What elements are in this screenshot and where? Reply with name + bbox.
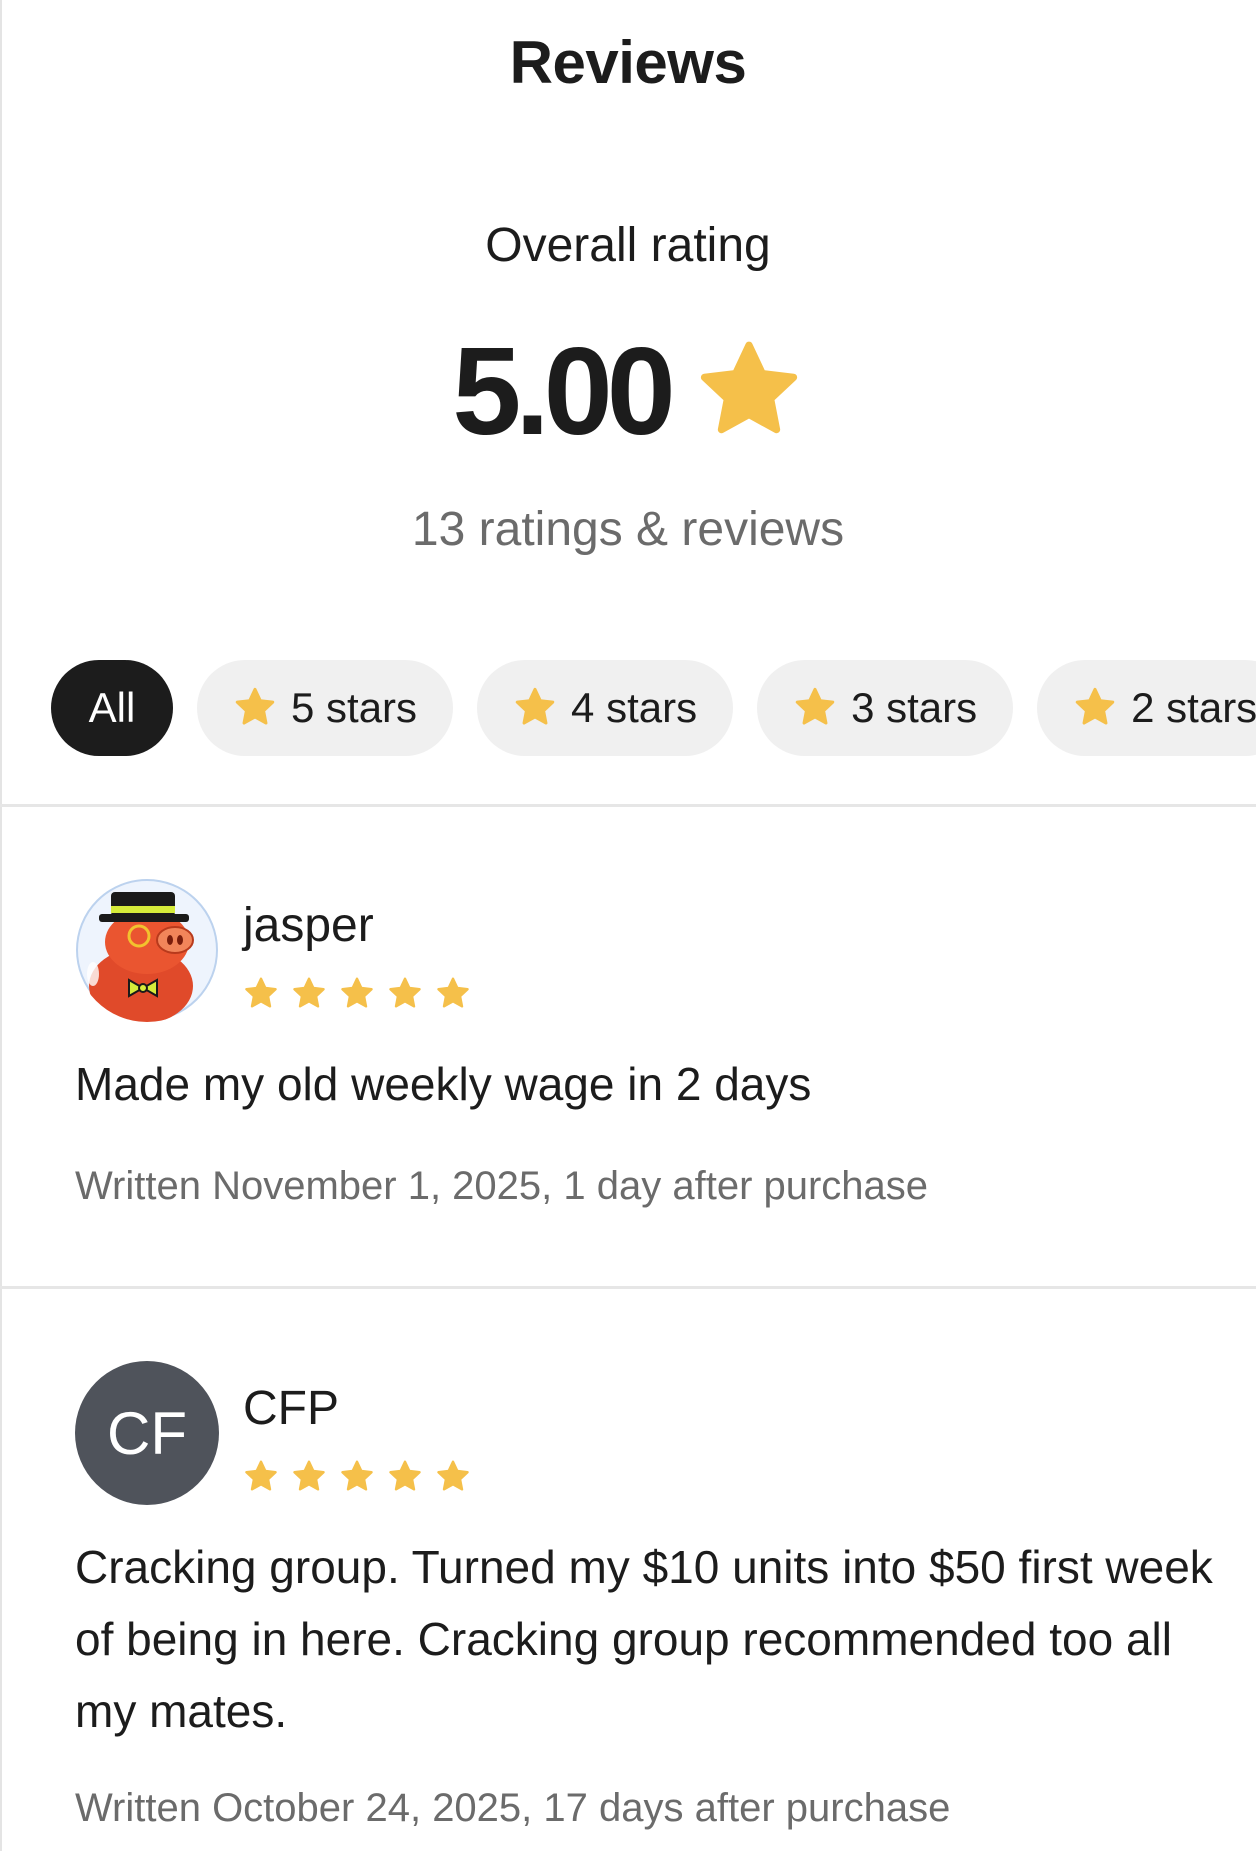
overall-rating-value: 5.00 bbox=[452, 323, 675, 461]
star-icon bbox=[245, 977, 277, 1008]
filter-chip-4-stars[interactable]: 4 stars bbox=[477, 660, 734, 756]
review-date: Written October 24, 2025, 17 days after … bbox=[75, 1786, 951, 1830]
filter-chip-label: 5 stars bbox=[291, 684, 418, 731]
star-icon bbox=[341, 977, 373, 1008]
star-icon bbox=[341, 1460, 373, 1491]
review-card: CF CFP Cracking group. Turned my $10 uni… bbox=[75, 1361, 1225, 1851]
star-icon bbox=[694, 337, 804, 447]
review-star-rating bbox=[243, 1459, 471, 1495]
filter-chip-2-stars[interactable]: 2 stars bbox=[1037, 660, 1256, 756]
star-icon bbox=[293, 977, 325, 1008]
filter-chip-label: 2 stars bbox=[1131, 684, 1256, 731]
star-icon bbox=[389, 1460, 421, 1491]
star-icon bbox=[437, 1460, 469, 1491]
star-icon bbox=[513, 686, 557, 730]
reviewer-name: CFP bbox=[243, 1382, 339, 1435]
review-text: Made my old weekly wage in 2 days bbox=[75, 1058, 812, 1110]
star-icon bbox=[389, 977, 421, 1008]
star-icon bbox=[793, 686, 837, 730]
avatar: CF bbox=[75, 1361, 219, 1505]
overall-rating-label: Overall rating bbox=[485, 219, 771, 272]
star-icon bbox=[233, 686, 277, 730]
left-border bbox=[0, 0, 2, 1851]
filter-chip-3-stars[interactable]: 3 stars bbox=[757, 660, 1014, 756]
page-title: Reviews bbox=[509, 29, 747, 96]
review-star-rating bbox=[243, 976, 471, 1012]
star-icon bbox=[293, 1460, 325, 1491]
pig-mascot-icon bbox=[76, 879, 218, 1022]
ratings-count: 13 ratings & reviews bbox=[411, 503, 845, 556]
star-icon bbox=[245, 1460, 277, 1491]
star-icon bbox=[1073, 686, 1117, 730]
rating-filter-bar: All 5 stars 4 stars 3 stars 2 stars bbox=[0, 640, 1256, 780]
star-icon bbox=[437, 977, 469, 1008]
review-text: Cracking group. Turned my $10 units into… bbox=[75, 1541, 1213, 1737]
review-date: Written November 1, 2025, 1 day after pu… bbox=[75, 1164, 929, 1208]
reviewer-name: jasper bbox=[243, 899, 374, 952]
filter-chip-label: All bbox=[88, 684, 136, 731]
filter-chip-5-stars[interactable]: 5 stars bbox=[197, 660, 454, 756]
review-card: jasper Made my old weekly wage in 2 days… bbox=[75, 878, 1225, 1238]
filter-chip-label: 4 stars bbox=[571, 684, 698, 731]
overall-rating: 5.00 bbox=[0, 330, 1256, 454]
filter-chip-all[interactable]: All bbox=[51, 660, 173, 756]
divider bbox=[0, 804, 1256, 807]
filter-chip-label: 3 stars bbox=[851, 684, 978, 731]
divider bbox=[0, 1286, 1256, 1289]
avatar bbox=[75, 878, 219, 1022]
